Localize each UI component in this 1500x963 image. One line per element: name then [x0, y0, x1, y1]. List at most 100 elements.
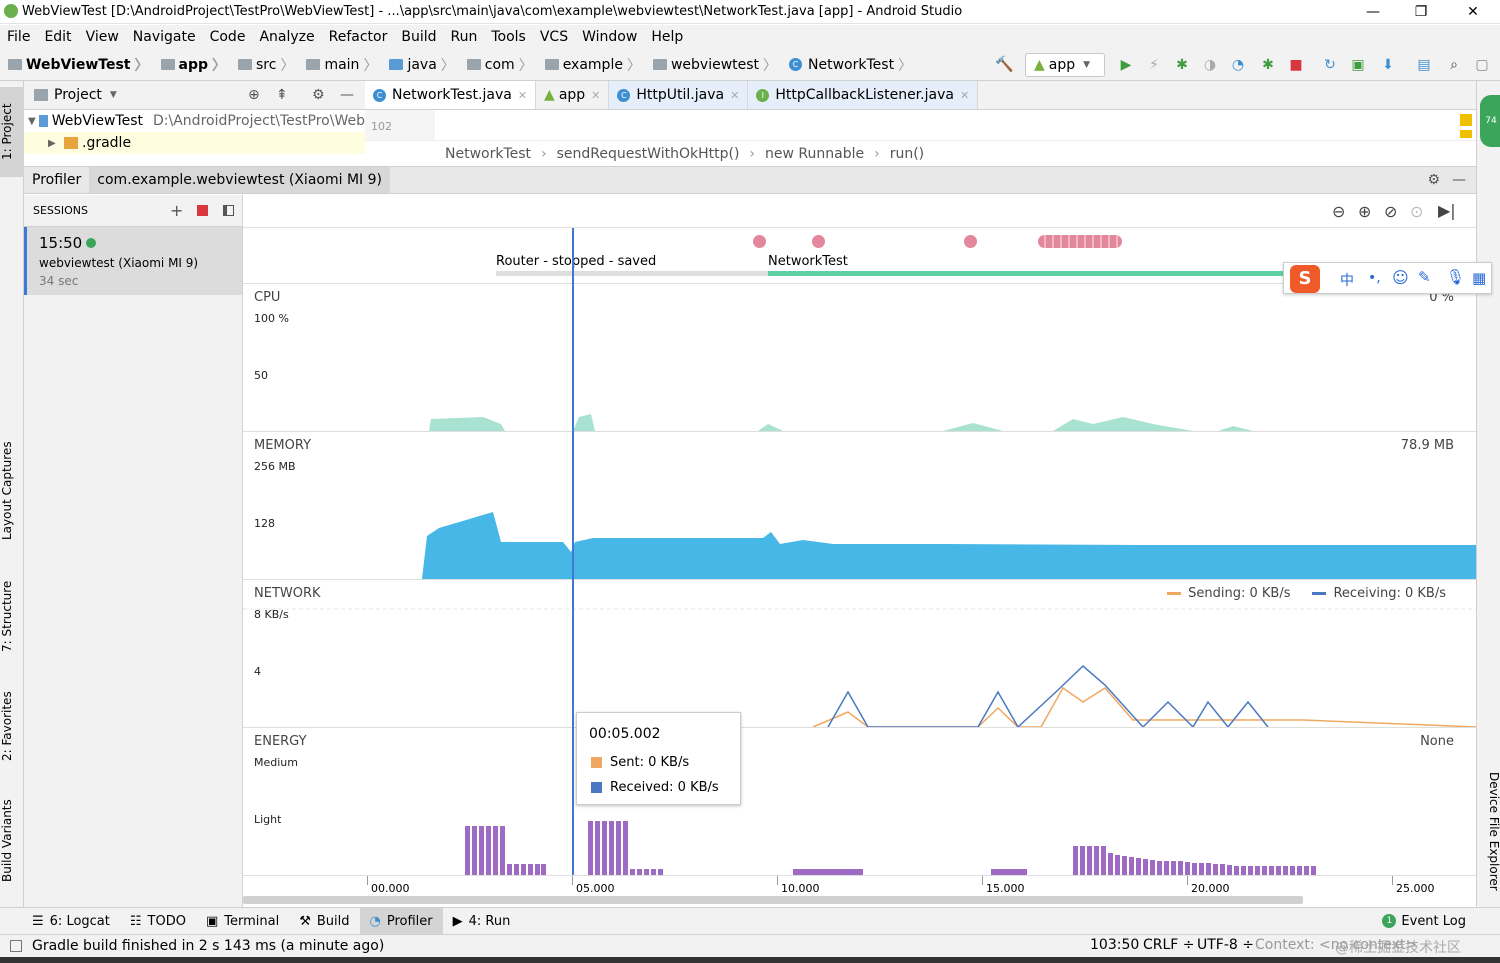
activity-bar[interactable]	[768, 271, 1288, 276]
profile-icon[interactable]: ◔	[1230, 57, 1246, 73]
touch-event-icon[interactable]	[1038, 235, 1122, 248]
coverage-icon[interactable]: ◑	[1202, 57, 1218, 73]
stop-session-icon[interactable]	[197, 205, 208, 216]
menu-window[interactable]: Window	[582, 29, 637, 45]
breadcrumb-item[interactable]: main 〉	[298, 55, 377, 75]
network-lane[interactable]: NETWORK 8 KB/s 4 Sending: 0 KB/s Receivi…	[243, 579, 1476, 728]
ime-toolbar[interactable]: S 中 •, ☺ ✎ 🎙 ▦	[1283, 262, 1492, 294]
tab-logcat[interactable]: ☰ 6: Logcat	[22, 908, 120, 934]
toolbox-icon[interactable]: ▦	[1472, 269, 1486, 287]
menu-code[interactable]: Code	[210, 29, 246, 45]
language-icon[interactable]: 中	[1340, 270, 1354, 290]
project-structure-icon[interactable]: ▤	[1416, 57, 1432, 73]
expand-arrow-icon[interactable]: ▼	[28, 116, 39, 127]
warning-marker[interactable]	[1460, 130, 1472, 138]
menu-vcs[interactable]: VCS	[540, 29, 568, 45]
search-icon[interactable]: ⌕	[1446, 57, 1462, 73]
go-live-icon[interactable]: ▶|	[1438, 201, 1456, 220]
tab-terminal[interactable]: ▣ Terminal	[196, 908, 289, 934]
tab-favorites[interactable]: 2: Favorites	[0, 681, 24, 771]
locate-icon[interactable]: ⊕	[248, 87, 260, 103]
menu-tools[interactable]: Tools	[491, 29, 526, 45]
breadcrumb-item[interactable]: WebViewTest 〉	[0, 55, 149, 75]
touch-event-icon[interactable]	[964, 235, 977, 248]
menu-help[interactable]: Help	[651, 29, 683, 45]
add-session-icon[interactable]: +	[170, 201, 183, 220]
handwriting-icon[interactable]: ✎	[1418, 268, 1431, 286]
apply-changes-icon[interactable]: ⚡	[1146, 57, 1162, 73]
memory-badge[interactable]: 74	[1480, 95, 1500, 147]
tab-project[interactable]: 1: Project	[0, 87, 24, 177]
menu-navigate[interactable]: Navigate	[133, 29, 196, 45]
sync-icon[interactable]: ↻	[1322, 57, 1338, 73]
punctuation-icon[interactable]: •,	[1368, 270, 1381, 286]
menu-refactor[interactable]: Refactor	[329, 29, 388, 45]
session-item[interactable]: 15:50 webviewtest (Xiaomi MI 9) 34 sec	[24, 227, 242, 295]
gear-icon[interactable]: ⚙	[1427, 172, 1440, 188]
breadcrumb-item[interactable]: com 〉	[459, 55, 533, 75]
profiler-timeline[interactable]: ⊖ ⊕ ⊘ ⊙ ▶| Router - stopped - saved Netw…	[243, 195, 1476, 907]
hide-icon[interactable]: —	[340, 87, 354, 103]
debug-icon[interactable]: ✱	[1174, 57, 1190, 73]
code-crumb[interactable]: NetworkTest	[445, 146, 531, 162]
menu-view[interactable]: View	[86, 29, 119, 45]
timeline-scrollbar[interactable]	[243, 896, 1303, 904]
close-icon[interactable]: ✕	[730, 89, 739, 102]
menu-analyze[interactable]: Analyze	[259, 29, 314, 45]
code-crumb[interactable]: run()	[890, 146, 924, 162]
close-button[interactable]: ✕	[1450, 0, 1496, 24]
line-separator[interactable]: CRLF ÷	[1143, 937, 1195, 953]
breadcrumb-item[interactable]: app 〉	[153, 55, 226, 75]
minimize-button[interactable]: —	[1350, 0, 1396, 24]
expand-arrow-icon[interactable]: ▶	[48, 138, 64, 149]
memory-lane[interactable]: MEMORY 256 MB 128 78.9 MB	[243, 431, 1476, 579]
activity-bar[interactable]	[496, 271, 768, 276]
pause-icon[interactable]: ⊙	[1410, 202, 1423, 221]
tab-networktest-java[interactable]: C NetworkTest.java ✕	[365, 81, 537, 109]
touch-event-icon[interactable]	[812, 235, 825, 248]
attach-debugger-icon[interactable]: ✱	[1260, 57, 1276, 73]
energy-lane[interactable]: ENERGY Medium Light None	[243, 727, 1476, 876]
sogou-logo-icon[interactable]: S	[1290, 265, 1320, 293]
tab-event-log[interactable]: 1 Event Log	[1372, 908, 1476, 934]
device-icon[interactable]: ▢	[1474, 57, 1490, 73]
process-label[interactable]: com.example.webviewtest (Xiaomi MI 9)	[89, 167, 390, 193]
zoom-in-icon[interactable]: ⊕	[1358, 202, 1371, 221]
tree-root[interactable]: ▼ WebViewTest D:\AndroidProject\TestPro\…	[24, 110, 365, 132]
run-icon[interactable]: ▶	[1118, 57, 1134, 73]
maximize-button[interactable]: ❐	[1398, 0, 1444, 24]
caret-position[interactable]: 103:50	[1090, 937, 1139, 953]
close-icon[interactable]: ✕	[591, 89, 600, 102]
tab-device-file-explorer[interactable]: Device File Explorer	[1477, 761, 1500, 901]
tree-item[interactable]: ▶ .gradle	[24, 132, 365, 154]
breadcrumb-item[interactable]: src 〉	[230, 55, 294, 75]
time-cursor[interactable]	[572, 228, 574, 875]
cpu-lane[interactable]: CPU 100 % 50 0 %	[243, 283, 1476, 431]
breadcrumb-item[interactable]: java 〉	[381, 55, 455, 75]
stop-icon[interactable]: ■	[1288, 57, 1304, 73]
microphone-icon[interactable]: 🎙	[1446, 268, 1465, 286]
tab-app[interactable]: ▲ app ✕	[536, 81, 610, 109]
tab-structure[interactable]: 7: Structure	[0, 571, 24, 661]
close-icon[interactable]: ✕	[518, 89, 527, 102]
reset-zoom-icon[interactable]: ⊘	[1384, 202, 1397, 221]
close-icon[interactable]: ✕	[960, 89, 969, 102]
tab-layout-captures[interactable]: Layout Captures	[0, 431, 24, 551]
collapse-panel-icon[interactable]	[223, 205, 234, 216]
code-editor[interactable]: 102 NetworkTest › sendRequestWithOkHttp()…	[365, 110, 1476, 166]
tab-httpcallbacklistener-java[interactable]: I HttpCallbackListener.java ✕	[748, 81, 979, 109]
code-crumb[interactable]: new Runnable	[765, 146, 864, 162]
hammer-build-icon[interactable]: 🔨	[995, 55, 1014, 73]
tool-window-toggle-icon[interactable]	[10, 940, 22, 952]
hide-icon[interactable]: —	[1452, 172, 1466, 188]
touch-event-icon[interactable]	[753, 235, 766, 248]
run-config-dropdown[interactable]: ▲ app ▼	[1025, 53, 1105, 77]
status-message[interactable]: Gradle build finished in 2 s 143 ms (a m…	[32, 938, 384, 954]
menu-file[interactable]: File	[7, 29, 30, 45]
emoji-icon[interactable]: ☺	[1392, 268, 1409, 287]
tab-build[interactable]: ⚒ Build	[289, 908, 359, 934]
avd-manager-icon[interactable]: ▣	[1350, 57, 1366, 73]
tab-httputil-java[interactable]: C HttpUtil.java ✕	[609, 81, 749, 109]
breadcrumb-item[interactable]: example 〉	[537, 55, 641, 75]
file-encoding[interactable]: UTF-8 ÷	[1197, 937, 1254, 953]
